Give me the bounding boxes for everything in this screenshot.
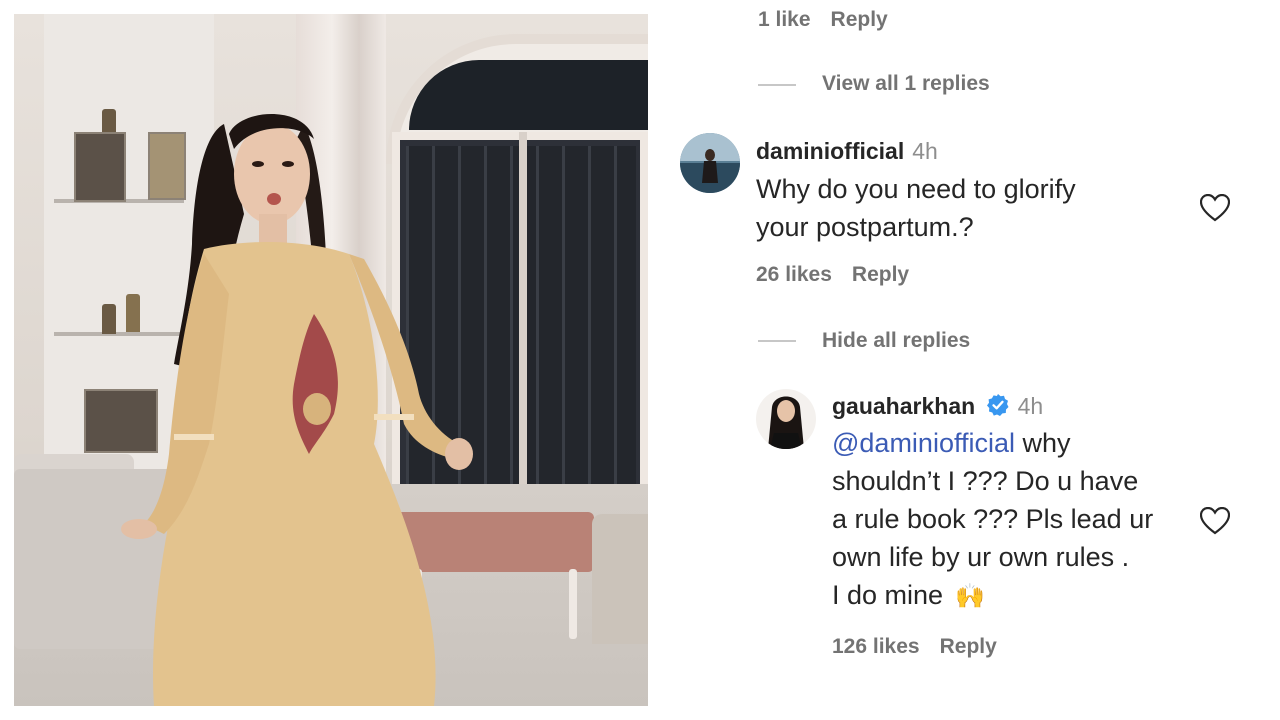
woman-dancing [121,114,473,706]
likes-count[interactable]: 26 likes [756,263,832,286]
reply-header: gauaharkhan 4h [832,393,1043,420]
comment-meta: 26 likes Reply [756,263,909,287]
reply-line: a rule book ??? Pls lead ur [832,504,1154,534]
comment-line: your postpartum.? [756,212,974,242]
reply-button[interactable]: Reply [940,635,997,658]
reply-line-text: I do mine [832,580,944,610]
username[interactable]: gauaharkhan [832,393,975,419]
reply-line: shouldn’t I ??? Do u have [832,466,1139,496]
raised-hands-emoji-icon: 🙌 [955,583,985,610]
comment-line: Why do you need to glorify [756,174,1076,204]
comment-text: Why do you need to glorify your postpart… [756,170,1076,246]
mention-link[interactable]: @daminiofficial [832,428,1015,458]
timestamp: 4h [1017,393,1044,419]
reply-line-text: why [1015,428,1071,458]
reply-line: own life by ur own rules . [832,542,1130,572]
likes-count[interactable]: 1 like [758,8,811,31]
like-heart-icon[interactable] [1200,194,1230,222]
avatar[interactable] [756,389,816,449]
replies-divider [758,84,796,86]
like-heart-icon[interactable] [1200,507,1230,535]
reply-button[interactable]: Reply [852,263,909,286]
video-player[interactable] [14,14,648,706]
verified-badge-icon [986,394,1009,416]
avatar-gauaharkhan-icon [756,389,816,449]
reply-line: @daminiofficial why [832,424,1153,462]
avatar[interactable] [680,133,740,193]
previous-comment-meta: 1 like Reply [758,8,888,32]
reply-meta: 126 likes Reply [832,635,997,659]
replies-divider [758,340,796,342]
comments-panel: 1 like Reply View all 1 replies daminioff… [648,0,1280,720]
reply-text: @daminiofficial why shouldn’t I ??? Do u… [832,424,1153,616]
avatar-daminiofficial-icon [680,133,740,193]
timestamp: 4h [912,138,938,164]
hide-replies-button[interactable]: Hide all replies [822,329,970,353]
comment-header: daminiofficial 4h [756,138,938,165]
likes-count[interactable]: 126 likes [832,635,920,658]
view-replies-button[interactable]: View all 1 replies [822,72,990,96]
username[interactable]: daminiofficial [756,138,904,164]
reply-button[interactable]: Reply [831,8,888,31]
reply-line: I do mine 🙌 [832,576,1153,616]
